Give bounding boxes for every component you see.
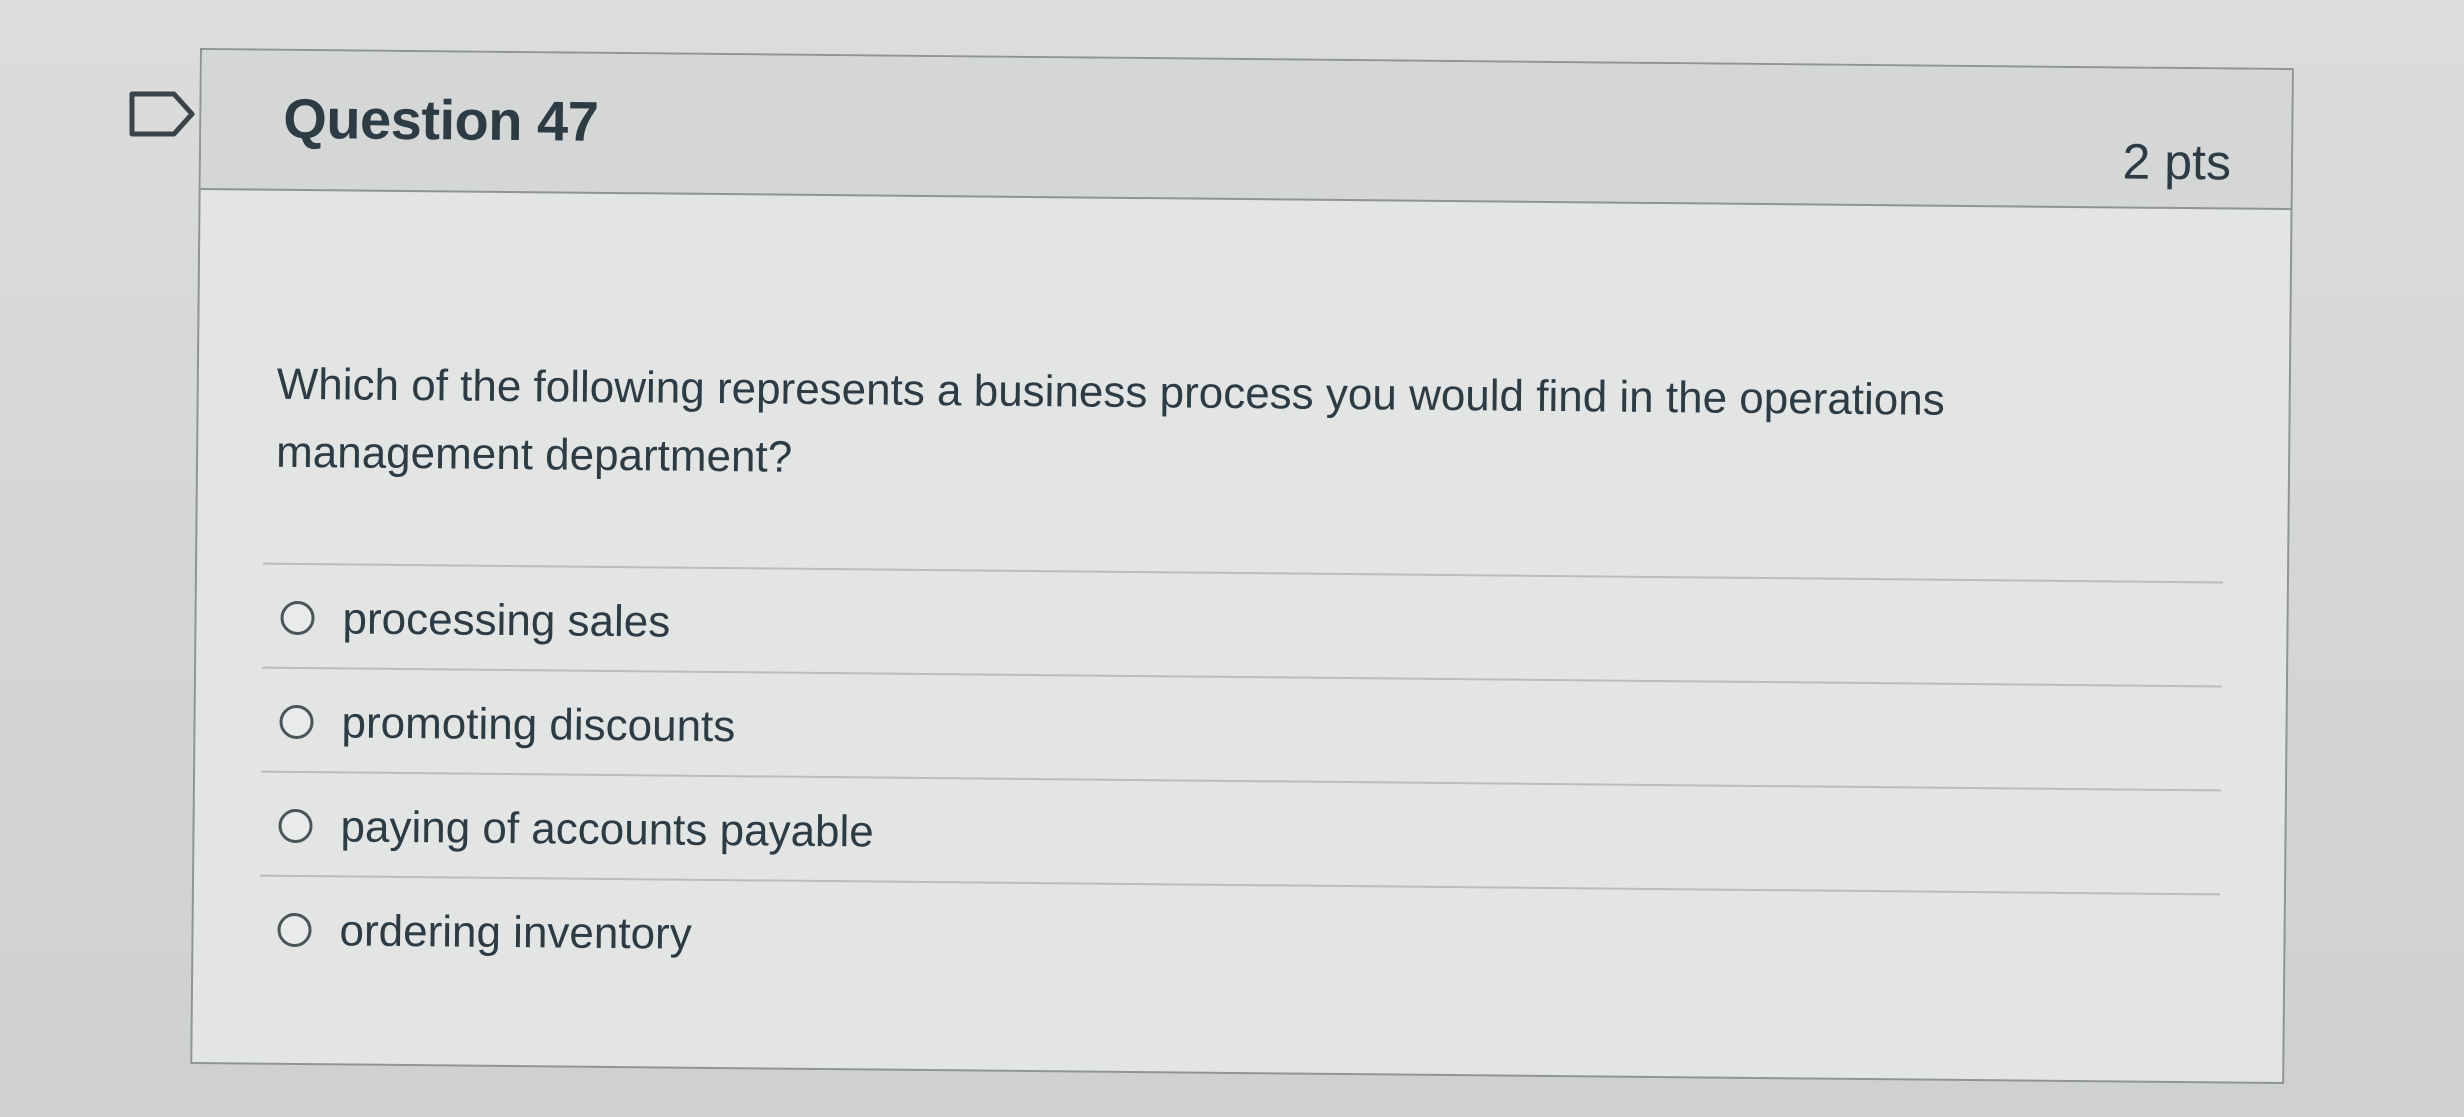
answer-option[interactable]: paying of accounts payable [260, 772, 2221, 896]
question-text: Which of the following represents a busi… [275, 359, 1945, 482]
question-points: 2 pts [2122, 133, 2232, 191]
answer-list: processing sales promoting discounts pay… [259, 562, 2223, 1000]
answer-label[interactable]: paying of accounts payable [340, 801, 874, 858]
question-card: Question 47 2 pts Which of the following… [190, 48, 2294, 1085]
radio-button[interactable] [278, 808, 313, 844]
flag-question-icon[interactable] [128, 88, 198, 140]
question-header: Question 47 2 pts [200, 50, 2292, 211]
radio-button[interactable] [279, 704, 314, 740]
question-title: Question 47 [283, 86, 599, 153]
answer-label[interactable]: ordering inventory [339, 905, 692, 960]
radio-button[interactable] [277, 912, 312, 948]
answer-label[interactable]: promoting discounts [341, 697, 735, 753]
answer-option[interactable]: promoting discounts [261, 668, 2222, 792]
answer-option[interactable]: processing sales [262, 564, 2223, 688]
answer-label[interactable]: processing sales [342, 593, 670, 648]
answer-option[interactable]: ordering inventory [259, 877, 2220, 1000]
radio-button[interactable] [280, 600, 315, 636]
